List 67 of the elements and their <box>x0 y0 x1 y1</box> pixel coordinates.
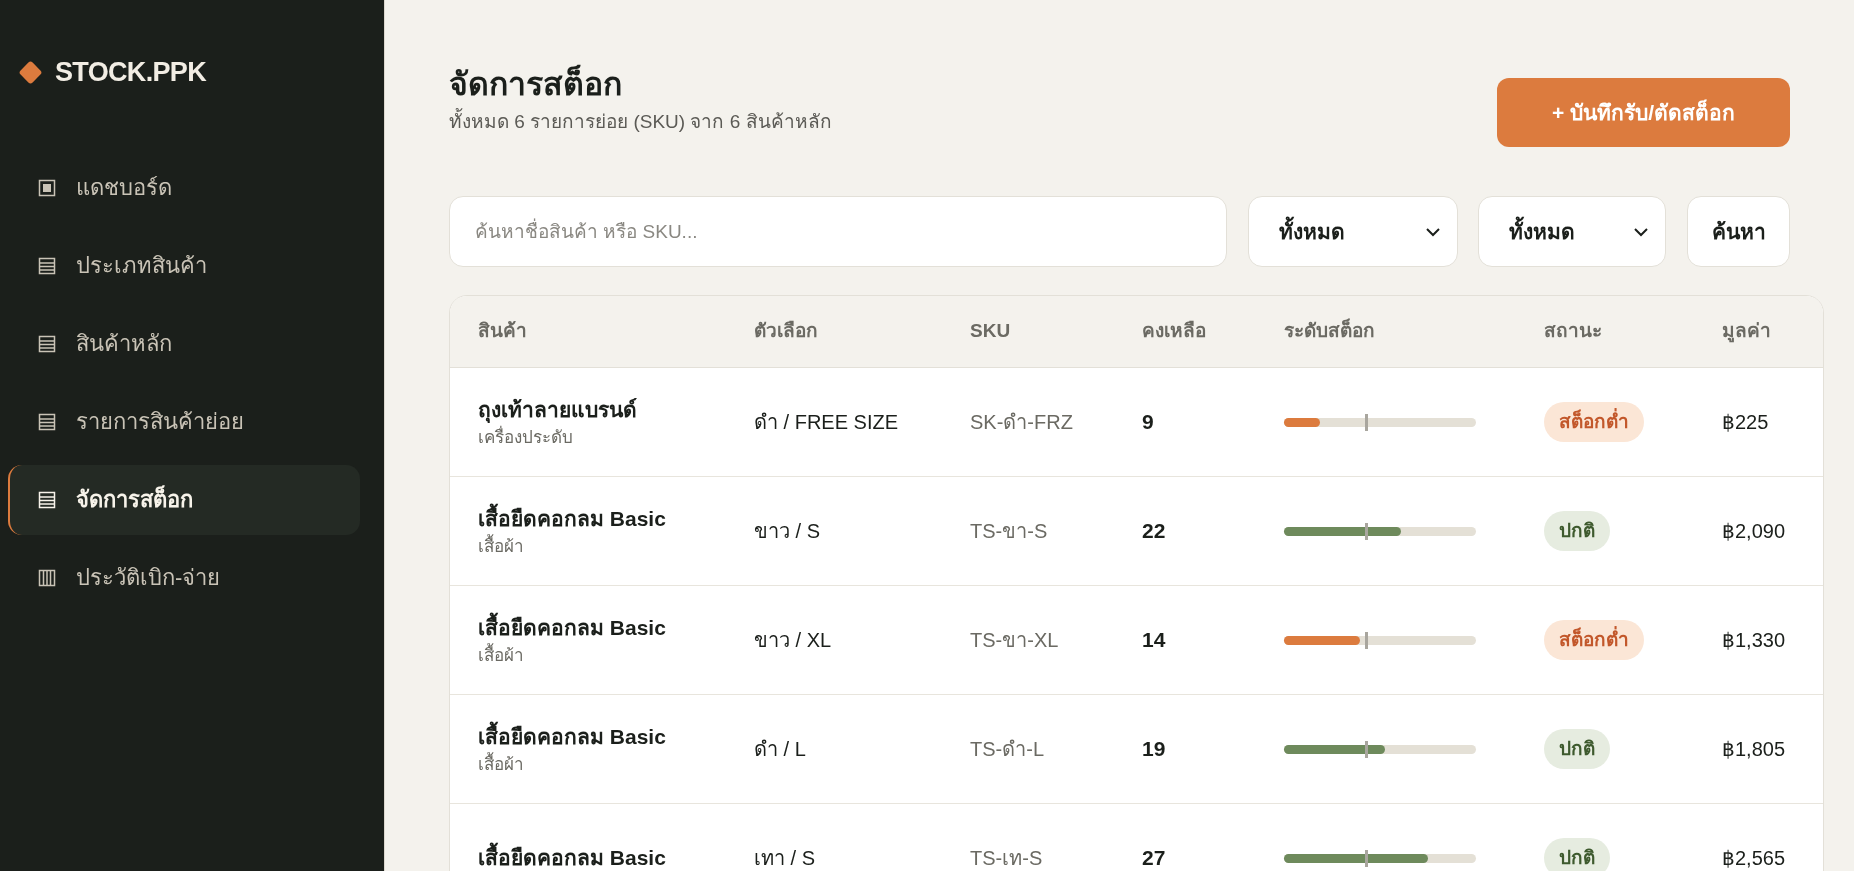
remaining-cell-text: 9 <box>1142 409 1155 436</box>
sidebar-item[interactable]: รายการสินค้าย่อย <box>8 386 360 457</box>
sidebar-item[interactable]: จัดการสต็อก <box>8 464 360 535</box>
column-header: ตัวเลือก <box>754 319 819 344</box>
sku-cell-text: TS-ขา-XL <box>970 628 1060 653</box>
sidebar-item[interactable]: แดชบอร์ด <box>8 152 360 223</box>
status-badge: สต็อกต่ำ <box>1544 619 1644 661</box>
sku-cell-text: TS-ดำ-L <box>970 737 1045 762</box>
product-category: เสื้อผ้า <box>478 643 754 669</box>
list-icon <box>38 412 56 431</box>
status-badge: สต็อกต่ำ <box>1544 401 1644 443</box>
table-cell-text: ดำ / L <box>754 737 807 762</box>
sidebar-item[interactable]: ประเภทสินค้า <box>8 230 360 301</box>
product-name: เสื้อยืดคอกลม Basic <box>478 611 754 643</box>
value-cell-text: ฿1,805 <box>1722 737 1787 762</box>
sidebar-item[interactable]: ประวัติเบิก-จ่าย <box>8 542 360 613</box>
table-cell-text: ขาว / XL <box>754 628 833 653</box>
column-header: SKU <box>970 319 1012 344</box>
table-cell-text: ดำ / FREE SIZE <box>754 410 900 435</box>
column-header: ระดับสต็อก <box>1284 317 1376 344</box>
columns-icon <box>38 568 56 587</box>
threshold-marker <box>1365 631 1368 649</box>
list-icon <box>38 490 56 509</box>
status-badge: ปกติ <box>1544 728 1610 770</box>
chevron-down-icon <box>1633 226 1649 237</box>
product-name: เสื้อยืดคอกลม Basic <box>478 842 754 871</box>
sidebar-item[interactable]: สินค้าหลัก <box>8 308 360 379</box>
threshold-marker <box>1365 849 1368 867</box>
sku-cell-text: SK-ดำ-FRZ <box>970 410 1074 435</box>
sku-cell-text: TS-เท-S <box>970 846 1044 871</box>
column-header: คงเหลือ <box>1142 319 1207 344</box>
list-icon <box>38 334 56 353</box>
table-cell-text: ขาว / S <box>754 519 821 544</box>
value-cell-text: ฿225 <box>1722 410 1770 435</box>
list-icon <box>38 256 56 275</box>
filter-dropdown[interactable]: ทั้งหมด <box>1478 196 1666 267</box>
threshold-marker <box>1365 522 1368 540</box>
column-header: มูลค่า <box>1722 319 1772 345</box>
brand-name: STOCK.PPK <box>55 56 206 89</box>
search-button[interactable]: ค้นหา <box>1687 196 1790 267</box>
threshold-marker <box>1365 740 1368 758</box>
product-name: ถุงเท้าลายแบรนด์ <box>478 396 638 425</box>
page-subtitle: ทั้งหมด 6 รายการย่อย (SKU) จาก 6 สินค้าหลัก <box>449 108 832 137</box>
column-header: สถานะ <box>1544 319 1603 344</box>
status-badge: ปกติ <box>1544 837 1610 871</box>
product-name: เสื้อยืดคอกลม Basic <box>478 720 754 752</box>
value-cell-text: ฿2,565 <box>1722 846 1787 871</box>
remaining-cell-text: 19 <box>1142 736 1167 763</box>
product-category: เสื้อผ้า <box>478 534 754 560</box>
column-header: สินค้า <box>478 319 528 344</box>
product-category: เสื้อผ้า <box>478 752 754 778</box>
filter-dropdown[interactable]: ทั้งหมด <box>1248 196 1458 267</box>
page-title: จัดการสต็อก <box>449 64 623 104</box>
sku-cell-text: TS-ขา-S <box>970 519 1049 544</box>
chevron-down-icon <box>1425 226 1441 237</box>
threshold-marker <box>1365 413 1368 431</box>
square-icon <box>38 178 56 197</box>
value-cell-text: ฿1,330 <box>1722 628 1787 653</box>
remaining-cell-text: 14 <box>1142 627 1167 654</box>
table-cell-text: เทา / S <box>754 846 816 871</box>
product-category: เครื่องประดับ <box>478 425 754 451</box>
product-name: เสื้อยืดคอกลม Basic <box>478 502 754 534</box>
status-badge: ปกติ <box>1544 510 1610 552</box>
remaining-cell-text: 27 <box>1142 845 1167 871</box>
value-cell-text: ฿2,090 <box>1722 519 1787 544</box>
search-field[interactable]: ค้นหาชื่อสินค้า หรือ SKU... <box>449 196 1227 267</box>
remaining-cell-text: 22 <box>1142 518 1167 545</box>
